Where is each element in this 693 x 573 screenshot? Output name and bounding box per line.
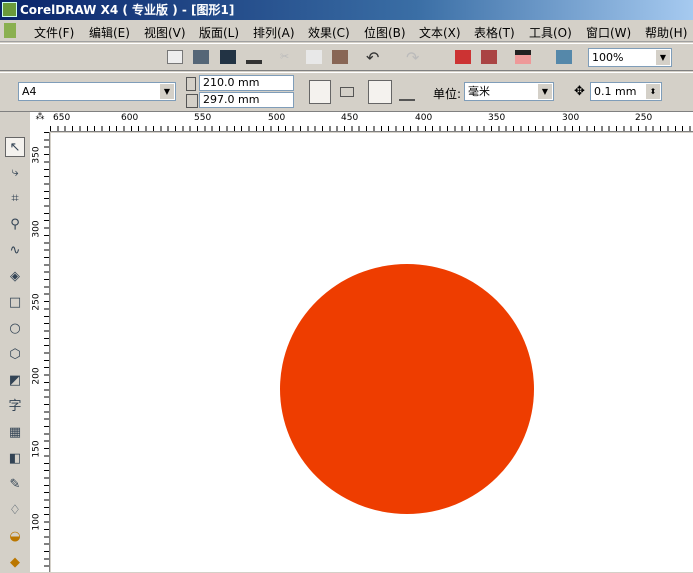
fill-tool-icon[interactable]: ◒	[5, 527, 25, 547]
cut-icon[interactable]: ✂	[280, 50, 296, 64]
rectangle-tool-icon[interactable]: □	[5, 293, 25, 313]
menu-help[interactable]: 帮助(H)	[645, 24, 687, 41]
menu-bitmaps[interactable]: 位图(B)	[364, 24, 406, 41]
window-title: CorelDRAW X4 ( 专业版 ) - [图形1]	[20, 3, 235, 17]
polygon-tool-icon[interactable]: ⬡	[5, 345, 25, 365]
nudge-value: 0.1 mm	[594, 85, 637, 98]
outline-tool-icon[interactable]: ♢	[5, 501, 25, 521]
crop-tool-icon[interactable]: ⌗	[5, 189, 25, 209]
menu-layout[interactable]: 版面(L)	[199, 24, 239, 41]
redo-icon[interactable]: ↷	[406, 48, 422, 67]
menu-edit[interactable]: 编辑(E)	[89, 24, 130, 41]
menu-tools[interactable]: 工具(O)	[529, 24, 572, 41]
paper-size-value: A4	[22, 85, 37, 98]
page-width-input[interactable]: 210.0 mm	[199, 75, 294, 91]
menu-file[interactable]: 文件(F)	[34, 24, 74, 41]
undo-icon[interactable]: ↶	[366, 48, 382, 67]
application-launcher-icon[interactable]	[515, 50, 531, 64]
units-value: 毫米	[468, 85, 490, 98]
ruler-label: 250	[31, 293, 42, 311]
paper-size-select[interactable]: A4 ▼	[18, 82, 176, 101]
zoom-level-select[interactable]: 100% ▼	[588, 48, 672, 67]
ruler-label: 300	[31, 220, 42, 238]
extrude-tool-icon[interactable]: ◧	[5, 449, 25, 469]
horizontal-ruler[interactable]: 650 600 550 500 450 400 350 300 250	[50, 112, 693, 132]
units-select[interactable]: 毫米 ▼	[464, 82, 554, 101]
spinner-icon[interactable]: ⬍	[646, 84, 660, 99]
ruler-label: 350	[488, 113, 506, 123]
page-width-icon	[186, 77, 196, 91]
units-label: 单位:	[433, 87, 462, 101]
interactive-fill-tool-icon[interactable]: ◆	[5, 553, 25, 573]
open-icon[interactable]	[193, 50, 209, 64]
save-icon[interactable]	[220, 50, 236, 64]
ruler-label: 650	[53, 113, 71, 123]
table-tool-icon[interactable]: ▦	[5, 423, 25, 443]
basic-shapes-tool-icon[interactable]: ◩	[5, 371, 25, 391]
ruler-ticks	[44, 132, 49, 572]
ruler-label: 350	[31, 146, 42, 164]
welcome-screen-icon[interactable]	[556, 50, 572, 64]
all-pages-button[interactable]	[368, 80, 392, 104]
red-circle-shape[interactable]	[280, 264, 534, 514]
ruler-label: 300	[562, 113, 580, 123]
menu-view[interactable]: 视图(V)	[144, 24, 186, 41]
ruler-origin[interactable]: ⁂	[30, 112, 50, 132]
page-height-input[interactable]: 297.0 mm	[199, 92, 294, 108]
ruler-label: 600	[121, 113, 139, 123]
freehand-tool-icon[interactable]: ∿	[5, 241, 25, 261]
chevron-down-icon[interactable]: ▼	[160, 84, 174, 99]
standard-toolbar: ✂ ↶ ↷ 100% ▼	[0, 43, 693, 71]
landscape-button[interactable]	[340, 87, 354, 97]
zoom-tool-icon[interactable]: ⚲	[5, 215, 25, 235]
menu-text[interactable]: 文本(X)	[419, 24, 461, 41]
chevron-down-icon[interactable]: ▼	[656, 50, 670, 65]
export-icon[interactable]	[481, 50, 497, 64]
page-width-value: 210.0 mm	[203, 76, 260, 89]
vertical-ruler[interactable]: 350 300 250 200 150 100	[30, 132, 50, 572]
menu-effects[interactable]: 效果(C)	[308, 24, 350, 41]
toolbox: ↖ ⤷ ⌗ ⚲ ∿ ◈ □ ○ ⬡ ◩ 字 ▦ ◧ ✎ ♢ ◒ ◆	[0, 132, 30, 572]
property-bar: A4 ▼ 210.0 mm 297.0 mm 单位: 毫米 ▼ ✥ 0.1 mm ⬍	[0, 72, 693, 112]
import-icon[interactable]	[455, 50, 471, 64]
ruler-ticks	[50, 126, 693, 131]
drawing-canvas[interactable]	[51, 133, 693, 572]
ruler-label: 150	[31, 440, 42, 458]
menu-arrange[interactable]: 排列(A)	[253, 24, 295, 41]
text-tool-icon[interactable]: 字	[5, 397, 25, 417]
ruler-label: 250	[635, 113, 653, 123]
smart-fill-tool-icon[interactable]: ◈	[5, 267, 25, 287]
ruler-label: 200	[31, 367, 42, 385]
paste-icon[interactable]	[332, 50, 348, 64]
menu-table[interactable]: 表格(T)	[474, 24, 515, 41]
nudge-distance-input[interactable]: 0.1 mm ⬍	[590, 82, 662, 101]
page-height-icon	[186, 94, 198, 108]
ruler-label: 550	[194, 113, 212, 123]
nudge-icon: ✥	[574, 84, 585, 99]
ruler-label: 500	[268, 113, 286, 123]
shape-tool-icon[interactable]: ⤷	[5, 163, 25, 183]
portrait-button[interactable]	[309, 80, 331, 104]
app-logo-icon	[2, 2, 17, 17]
menu-window[interactable]: 窗口(W)	[586, 24, 631, 41]
eyedropper-tool-icon[interactable]: ✎	[5, 475, 25, 495]
title-bar: CorelDRAW X4 ( 专业版 ) - [图形1]	[0, 0, 693, 20]
pick-tool-icon[interactable]: ↖	[5, 137, 25, 157]
copy-icon[interactable]	[306, 50, 322, 64]
document-icon[interactable]	[4, 23, 16, 38]
ellipse-tool-icon[interactable]: ○	[5, 319, 25, 339]
new-icon[interactable]	[167, 50, 183, 64]
ruler-label: 100	[31, 513, 42, 531]
page-height-value: 297.0 mm	[203, 93, 260, 106]
print-icon[interactable]	[246, 50, 262, 64]
menu-bar: 文件(F) 编辑(E) 视图(V) 版面(L) 排列(A) 效果(C) 位图(B…	[0, 20, 693, 42]
chevron-down-icon[interactable]: ▼	[538, 84, 552, 99]
current-page-button[interactable]	[399, 87, 415, 101]
ruler-label: 400	[415, 113, 433, 123]
zoom-value: 100%	[592, 51, 624, 64]
ruler-label: 450	[341, 113, 359, 123]
